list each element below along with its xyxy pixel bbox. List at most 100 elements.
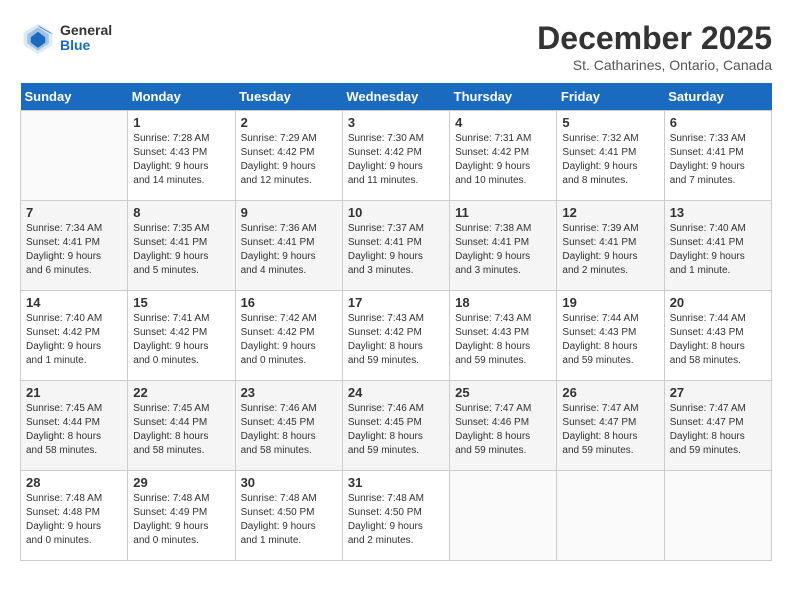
day-number: 24 <box>348 385 444 400</box>
calendar-week-4: 28 Sunrise: 7:48 AM Sunset: 4:48 PM Dayli… <box>21 471 772 561</box>
day-info: Sunrise: 7:48 AM Sunset: 4:48 PM Dayligh… <box>26 492 122 548</box>
calendar-cell: 12 Sunrise: 7:39 AM Sunset: 4:41 PM Dayli… <box>557 201 664 291</box>
calendar-cell: 13 Sunrise: 7:40 AM Sunset: 4:41 PM Dayli… <box>664 201 771 291</box>
day-info: Sunrise: 7:44 AM Sunset: 4:43 PM Dayligh… <box>562 312 658 368</box>
logo: General Blue <box>20 20 112 56</box>
logo-line1: General <box>60 23 112 38</box>
day-info: Sunrise: 7:48 AM Sunset: 4:50 PM Dayligh… <box>241 492 337 548</box>
calendar-cell: 4 Sunrise: 7:31 AM Sunset: 4:42 PM Daylig… <box>450 111 557 201</box>
day-number: 10 <box>348 205 444 220</box>
day-number: 28 <box>26 475 122 490</box>
calendar-cell: 8 Sunrise: 7:35 AM Sunset: 4:41 PM Daylig… <box>128 201 235 291</box>
day-info: Sunrise: 7:46 AM Sunset: 4:45 PM Dayligh… <box>241 402 337 458</box>
calendar-cell: 28 Sunrise: 7:48 AM Sunset: 4:48 PM Dayli… <box>21 471 128 561</box>
day-number: 18 <box>455 295 551 310</box>
day-info: Sunrise: 7:43 AM Sunset: 4:43 PM Dayligh… <box>455 312 551 368</box>
calendar-cell: 24 Sunrise: 7:46 AM Sunset: 4:45 PM Dayli… <box>342 381 449 471</box>
calendar-cell <box>557 471 664 561</box>
day-info: Sunrise: 7:40 AM Sunset: 4:42 PM Dayligh… <box>26 312 122 368</box>
month-title: December 2025 <box>537 20 772 57</box>
day-header-friday: Friday <box>557 83 664 111</box>
calendar-cell: 20Sunrise: 7:44 AM Sunset: 4:43 PM Dayli… <box>664 291 771 381</box>
day-number: 14 <box>26 295 122 310</box>
day-number: 13 <box>670 205 766 220</box>
day-info: Sunrise: 7:47 AM Sunset: 4:47 PM Dayligh… <box>562 402 658 458</box>
logo-text: General Blue <box>60 23 112 54</box>
day-number: 1 <box>133 115 229 130</box>
calendar-cell: 25Sunrise: 7:47 AM Sunset: 4:46 PM Dayli… <box>450 381 557 471</box>
day-info: Sunrise: 7:48 AM Sunset: 4:50 PM Dayligh… <box>348 492 444 548</box>
day-info: Sunrise: 7:46 AM Sunset: 4:45 PM Dayligh… <box>348 402 444 458</box>
day-header-monday: Monday <box>128 83 235 111</box>
day-number: 17 <box>348 295 444 310</box>
day-number: 6 <box>670 115 766 130</box>
day-number: 26 <box>562 385 658 400</box>
logo-icon <box>20 20 56 56</box>
day-info: Sunrise: 7:40 AM Sunset: 4:41 PM Dayligh… <box>670 222 766 278</box>
day-info: Sunrise: 7:28 AM Sunset: 4:43 PM Dayligh… <box>133 132 229 188</box>
calendar-week-1: 7Sunrise: 7:34 AM Sunset: 4:41 PM Daylig… <box>21 201 772 291</box>
day-header-saturday: Saturday <box>664 83 771 111</box>
day-info: Sunrise: 7:38 AM Sunset: 4:41 PM Dayligh… <box>455 222 551 278</box>
day-number: 22 <box>133 385 229 400</box>
calendar-cell: 19 Sunrise: 7:44 AM Sunset: 4:43 PM Dayli… <box>557 291 664 381</box>
day-header-thursday: Thursday <box>450 83 557 111</box>
calendar-cell: 2Sunrise: 7:29 AM Sunset: 4:42 PM Daylig… <box>235 111 342 201</box>
calendar-cell: 5Sunrise: 7:32 AM Sunset: 4:41 PM Daylig… <box>557 111 664 201</box>
day-header-sunday: Sunday <box>21 83 128 111</box>
calendar-cell: 10 Sunrise: 7:37 AM Sunset: 4:41 PM Dayli… <box>342 201 449 291</box>
calendar-week-2: 14 Sunrise: 7:40 AM Sunset: 4:42 PM Dayli… <box>21 291 772 381</box>
calendar-table: SundayMondayTuesdayWednesdayThursdayFrid… <box>20 83 772 561</box>
day-number: 9 <box>241 205 337 220</box>
calendar-cell: 26 Sunrise: 7:47 AM Sunset: 4:47 PM Dayli… <box>557 381 664 471</box>
calendar-cell: 31 Sunrise: 7:48 AM Sunset: 4:50 PM Dayli… <box>342 471 449 561</box>
day-number: 30 <box>241 475 337 490</box>
day-number: 12 <box>562 205 658 220</box>
day-number: 7 <box>26 205 122 220</box>
day-info: Sunrise: 7:37 AM Sunset: 4:41 PM Dayligh… <box>348 222 444 278</box>
day-number: 31 <box>348 475 444 490</box>
day-number: 19 <box>562 295 658 310</box>
calendar-cell: 14 Sunrise: 7:40 AM Sunset: 4:42 PM Dayli… <box>21 291 128 381</box>
day-info: Sunrise: 7:41 AM Sunset: 4:42 PM Dayligh… <box>133 312 229 368</box>
day-number: 16 <box>241 295 337 310</box>
day-info: Sunrise: 7:44 AM Sunset: 4:43 PM Dayligh… <box>670 312 766 368</box>
day-number: 8 <box>133 205 229 220</box>
day-info: Sunrise: 7:39 AM Sunset: 4:41 PM Dayligh… <box>562 222 658 278</box>
calendar-cell <box>450 471 557 561</box>
day-info: Sunrise: 7:33 AM Sunset: 4:41 PM Dayligh… <box>670 132 766 188</box>
calendar-body: 1 Sunrise: 7:28 AM Sunset: 4:43 PM Daylig… <box>21 111 772 561</box>
day-number: 15 <box>133 295 229 310</box>
day-number: 2 <box>241 115 337 130</box>
calendar-week-0: 1 Sunrise: 7:28 AM Sunset: 4:43 PM Daylig… <box>21 111 772 201</box>
day-header-row: SundayMondayTuesdayWednesdayThursdayFrid… <box>21 83 772 111</box>
calendar-cell: 1 Sunrise: 7:28 AM Sunset: 4:43 PM Daylig… <box>128 111 235 201</box>
day-number: 25 <box>455 385 551 400</box>
day-number: 21 <box>26 385 122 400</box>
calendar-cell: 17Sunrise: 7:43 AM Sunset: 4:42 PM Dayli… <box>342 291 449 381</box>
day-info: Sunrise: 7:31 AM Sunset: 4:42 PM Dayligh… <box>455 132 551 188</box>
calendar-cell: 11 Sunrise: 7:38 AM Sunset: 4:41 PM Dayli… <box>450 201 557 291</box>
day-info: Sunrise: 7:48 AM Sunset: 4:49 PM Dayligh… <box>133 492 229 548</box>
calendar-week-3: 21 Sunrise: 7:45 AM Sunset: 4:44 PM Dayli… <box>21 381 772 471</box>
day-info: Sunrise: 7:30 AM Sunset: 4:42 PM Dayligh… <box>348 132 444 188</box>
title-area: December 2025 St. Catharines, Ontario, C… <box>537 20 772 73</box>
location: St. Catharines, Ontario, Canada <box>537 57 772 73</box>
calendar-cell: 18 Sunrise: 7:43 AM Sunset: 4:43 PM Dayli… <box>450 291 557 381</box>
calendar-cell: 3 Sunrise: 7:30 AM Sunset: 4:42 PM Daylig… <box>342 111 449 201</box>
day-number: 3 <box>348 115 444 130</box>
calendar-cell: 7Sunrise: 7:34 AM Sunset: 4:41 PM Daylig… <box>21 201 128 291</box>
day-number: 4 <box>455 115 551 130</box>
calendar-cell: 6 Sunrise: 7:33 AM Sunset: 4:41 PM Daylig… <box>664 111 771 201</box>
day-info: Sunrise: 7:36 AM Sunset: 4:41 PM Dayligh… <box>241 222 337 278</box>
calendar-cell <box>664 471 771 561</box>
day-info: Sunrise: 7:32 AM Sunset: 4:41 PM Dayligh… <box>562 132 658 188</box>
day-info: Sunrise: 7:45 AM Sunset: 4:44 PM Dayligh… <box>26 402 122 458</box>
day-info: Sunrise: 7:45 AM Sunset: 4:44 PM Dayligh… <box>133 402 229 458</box>
day-info: Sunrise: 7:35 AM Sunset: 4:41 PM Dayligh… <box>133 222 229 278</box>
day-number: 29 <box>133 475 229 490</box>
calendar-cell: 16Sunrise: 7:42 AM Sunset: 4:42 PM Dayli… <box>235 291 342 381</box>
day-number: 11 <box>455 205 551 220</box>
logo-line2: Blue <box>60 38 112 53</box>
calendar-cell: 29 Sunrise: 7:48 AM Sunset: 4:49 PM Dayli… <box>128 471 235 561</box>
